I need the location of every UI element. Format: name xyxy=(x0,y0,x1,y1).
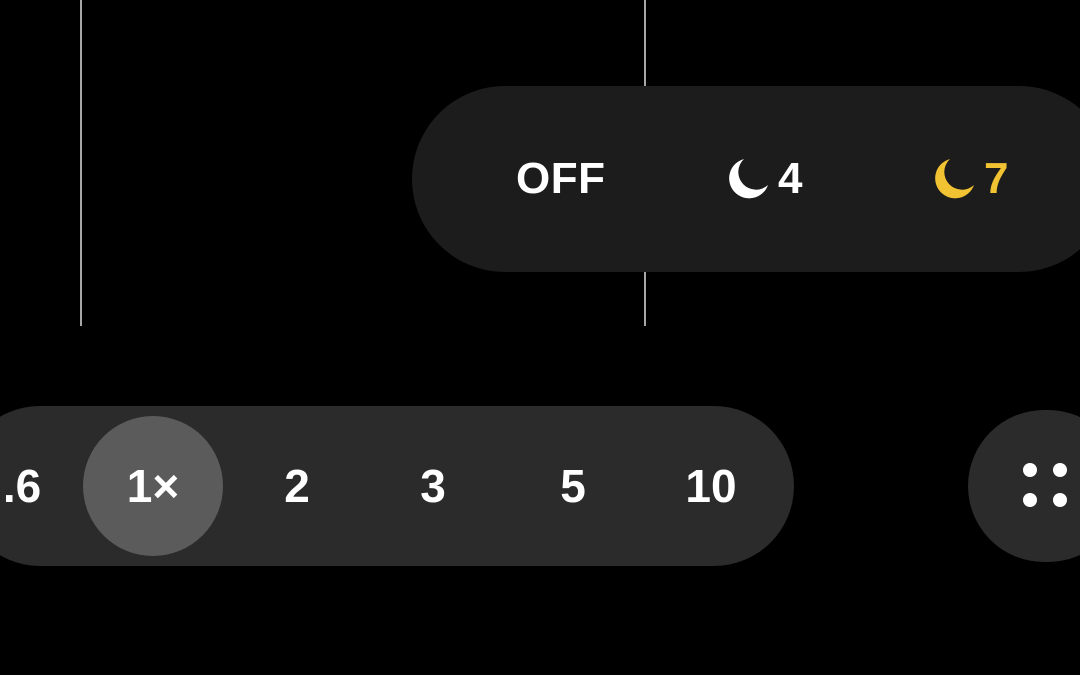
zoom-option-10[interactable]: 10 xyxy=(685,406,736,566)
dots-grid-icon xyxy=(1023,463,1067,507)
timer-selector: OFF 4 7 xyxy=(412,86,1080,272)
zoom-option-label: 1× xyxy=(126,460,180,512)
more-options-button[interactable] xyxy=(968,410,1080,562)
zoom-option-label: 5 xyxy=(560,460,586,512)
zoom-option-1x[interactable]: 1× xyxy=(127,406,179,566)
zoom-option-label: 3 xyxy=(420,460,446,512)
timer-off-button[interactable]: OFF xyxy=(516,86,605,272)
zoom-option-3[interactable]: 3 xyxy=(420,406,446,566)
zoom-option-5[interactable]: 5 xyxy=(560,406,586,566)
zoom-option-label: 2 xyxy=(284,460,310,512)
timer-4-label: 4 xyxy=(778,154,803,203)
zoom-option-2[interactable]: 2 xyxy=(284,406,310,566)
timer-4-button[interactable]: 4 xyxy=(724,86,803,272)
zoom-selector: .6 1× 2 3 5 10 xyxy=(0,406,794,566)
zoom-option-label: .6 xyxy=(2,460,42,512)
zoom-option-label: 10 xyxy=(685,460,737,512)
moon-icon xyxy=(729,159,768,199)
timer-7-label: 7 xyxy=(984,154,1009,203)
timer-off-label: OFF xyxy=(516,154,606,203)
timer-7-button[interactable]: 7 xyxy=(930,86,1009,272)
zoom-option-0-6[interactable]: .6 xyxy=(3,406,41,566)
moon-icon xyxy=(935,159,974,199)
viewfinder-grid-line-left xyxy=(80,0,82,326)
